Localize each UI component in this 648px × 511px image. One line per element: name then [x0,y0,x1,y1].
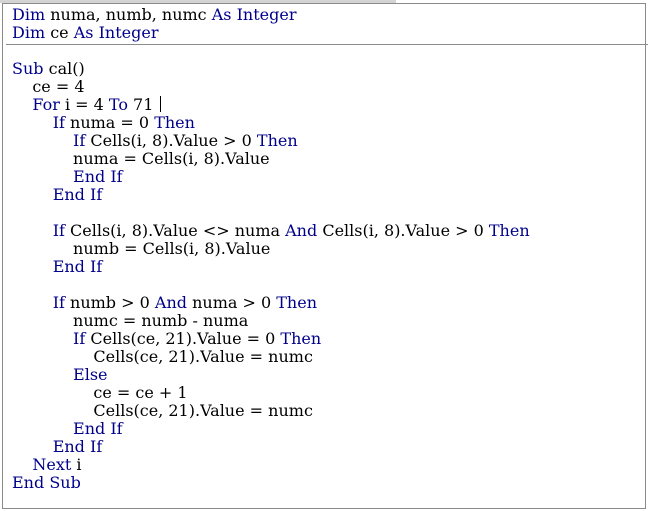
code-line[interactable]: ce = ce + 1 [12,383,188,402]
code-line[interactable]: Cells(ce, 21).Value = numc [12,348,313,366]
code-keyword: Then [256,131,298,150]
code-text: numa, numb, numc [45,5,212,24]
code-keyword: And [154,293,187,312]
code-keyword: Then [488,221,530,240]
code-keyword: Sub [12,59,44,78]
code-keyword: If [73,329,86,348]
code-line[interactable]: End Sub [12,474,81,492]
code-text: numa > 0 [187,293,277,312]
code-keyword: End [73,419,106,438]
code-text: numc = numb - numa [12,311,249,330]
code-line[interactable]: Dim numa, numb, numc As Integer [12,6,296,24]
code-line[interactable]: For i = 4 To 71 [12,96,161,114]
code-line[interactable]: End If [12,168,123,186]
code-keyword: Dim [12,5,46,24]
code-keyword: If [110,167,123,186]
code-text: numb > 0 [64,293,155,312]
code-keyword: Then [280,329,322,348]
code-keyword: To [108,95,128,114]
code-line[interactable]: numb = Cells(i, 8).Value [12,240,270,258]
code-line[interactable]: Else [12,365,108,384]
code-keyword: End [12,473,45,492]
code-text: Cells(ce, 21).Value = 0 [85,329,281,348]
code-keyword: Else [73,365,108,384]
code-keyword: If [90,185,103,204]
code-text: cal() [43,59,85,78]
code-text: numb = Cells(i, 8).Value [12,239,271,258]
code-keyword: Integer [236,5,297,24]
code-line[interactable]: End If [12,257,103,276]
code-line[interactable]: Cells(ce, 21).Value = numc [12,402,313,420]
code-text: Cells(ce, 21).Value = numc [12,401,313,420]
code-line[interactable]: If Cells(ce, 21).Value = 0 Then [12,330,321,348]
code-line[interactable]: If Cells(i, 8).Value > 0 Then [12,132,298,150]
code-keyword: If [52,113,65,132]
code-keyword: If [110,419,123,438]
declarations-separator [6,44,648,45]
code-line[interactable]: numa = Cells(i, 8).Value [12,150,270,168]
code-text: numa = Cells(i, 8).Value [12,149,270,168]
code-keyword: And [285,221,318,240]
code-keyword: As [73,23,94,42]
code-keyword: Dim [12,23,46,42]
code-keyword: Then [154,113,195,132]
code-keyword: If [52,221,65,240]
code-keyword: Next [32,455,72,474]
code-line[interactable]: Next i [12,456,81,474]
code-text: ce = 4 [12,77,85,96]
code-text: Cells(i, 8).Value > 0 [85,131,257,150]
code-keyword: As [211,5,232,24]
code-keyword: Then [276,293,317,312]
text-caret [159,96,161,112]
code-line[interactable]: ce = 4 [12,77,85,96]
code-line[interactable]: End If [12,420,123,438]
code-keyword: If [90,257,103,276]
code-line[interactable]: Sub cal() [12,60,85,78]
code-line[interactable]: Dim ce As Integer [12,24,158,42]
code-keyword: End [52,257,85,276]
code-keyword: End [73,167,106,186]
code-keyword: Integer [98,23,159,42]
code-text: 71 [127,95,159,114]
code-line[interactable]: End If [12,437,103,456]
code-keyword: For [32,95,60,114]
code-text: Cells(i, 8).Value <> numa [64,221,286,240]
code-line[interactable]: If numb > 0 And numa > 0 Then [12,294,317,312]
code-text: ce = ce + 1 [12,383,188,402]
code-text: Cells(ce, 21).Value = numc [12,347,313,366]
code-text: i [71,455,82,474]
code-line[interactable]: If numa = 0 Then [12,114,195,132]
code-keyword: End [52,185,85,204]
code-keyword: Sub [49,473,81,492]
code-text: Cells(i, 8).Value > 0 [317,221,489,240]
code-text: i = 4 [59,95,109,114]
code-keyword: End [52,437,85,456]
code-keyword: If [73,131,86,150]
code-line[interactable]: End If [12,185,103,204]
code-keyword: If [52,293,65,312]
code-text: ce [45,23,74,42]
code-line[interactable]: If Cells(i, 8).Value <> numa And Cells(i… [12,222,530,240]
code-line[interactable]: numc = numb - numa [12,312,248,330]
code-keyword: If [90,437,103,456]
code-text: numa = 0 [64,113,155,132]
